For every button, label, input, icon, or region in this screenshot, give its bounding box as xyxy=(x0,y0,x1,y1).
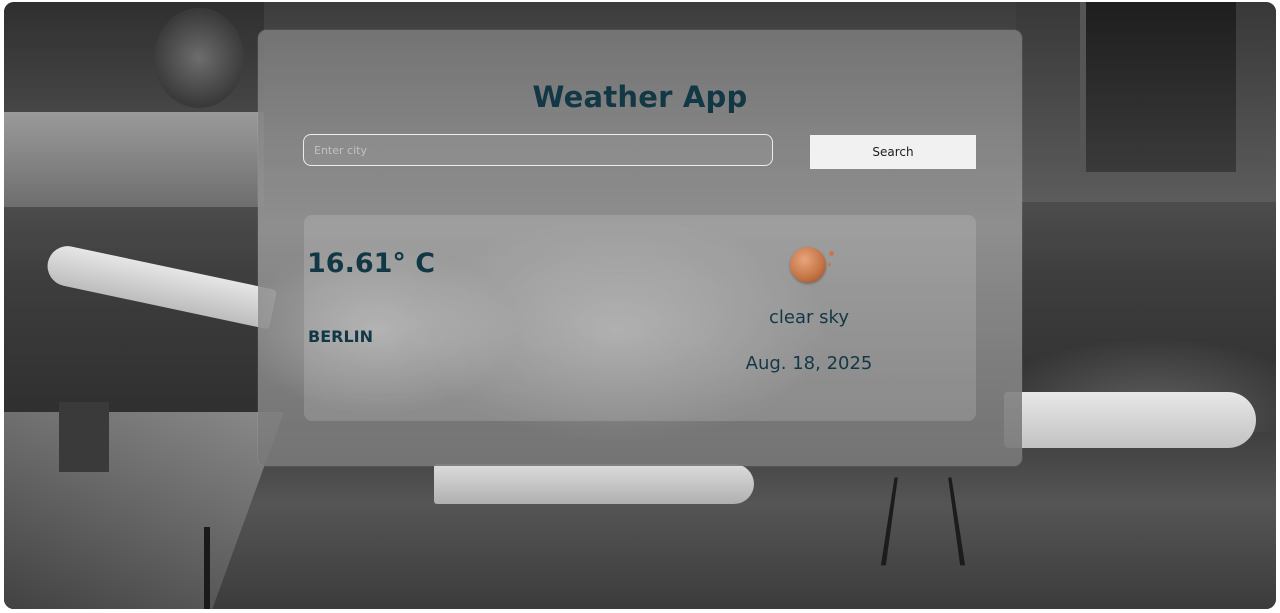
background-plane-wing xyxy=(434,464,754,504)
background-lamp xyxy=(204,527,210,609)
background-road xyxy=(4,112,264,207)
background-plane-wing xyxy=(1004,392,1256,448)
weather-card: Weather App Search 16.61° C BERLIN clear… xyxy=(258,30,1022,466)
sun-icon xyxy=(788,245,838,285)
weather-date: Aug. 18, 2025 xyxy=(745,353,873,374)
background-tower xyxy=(1080,2,1236,172)
background-statue xyxy=(59,402,109,472)
app-title: Weather App xyxy=(532,80,748,114)
city-name: BERLIN xyxy=(308,327,373,346)
background-pylon xyxy=(880,477,966,566)
weather-result-panel: 16.61° C BERLIN clear sky Aug. 18, 2025 xyxy=(304,215,976,421)
search-button[interactable]: Search xyxy=(810,135,976,169)
weather-description: clear sky xyxy=(769,307,849,328)
temperature-value: 16.61° C xyxy=(307,248,436,279)
background-tree xyxy=(154,8,244,108)
city-search-input[interactable] xyxy=(303,134,773,166)
background-plane-wing xyxy=(43,242,278,330)
